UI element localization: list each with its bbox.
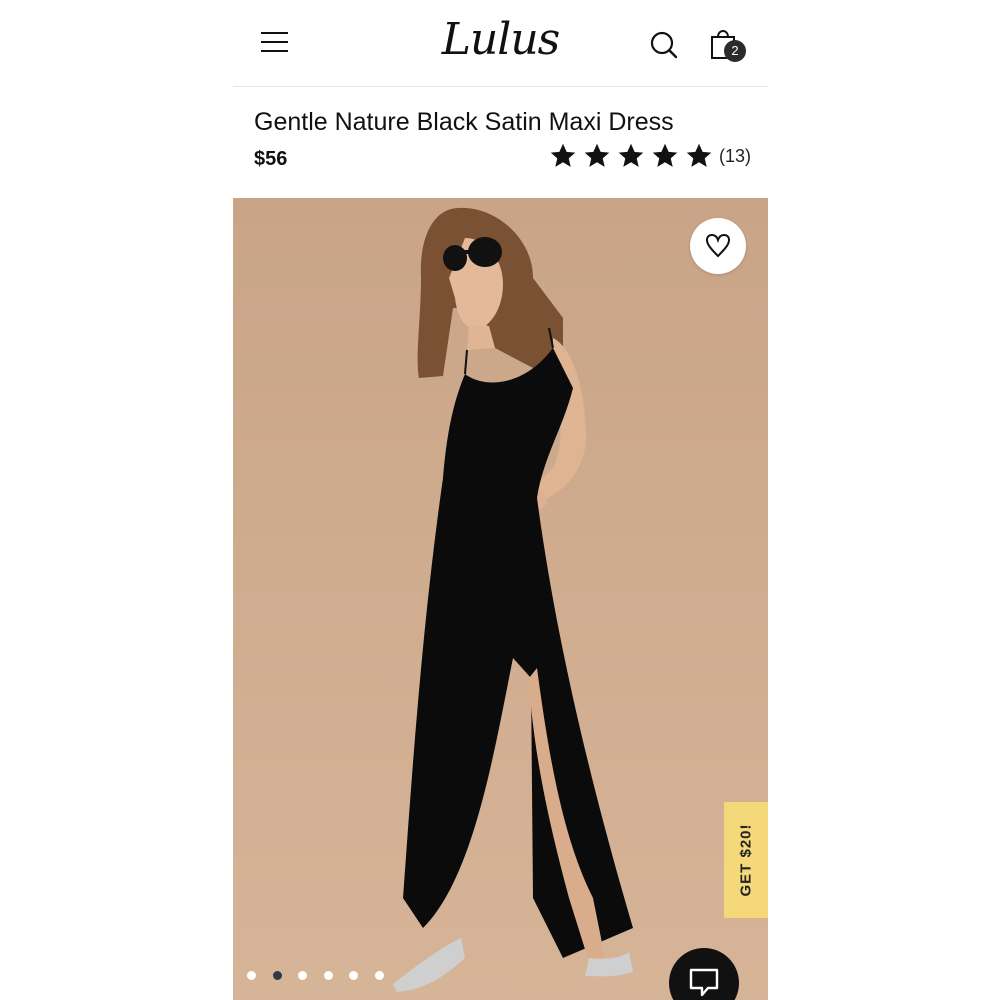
product-image[interactable]: GET $20! — [233, 198, 768, 1000]
top-navigation-bar: Lulus 2 — [233, 0, 768, 87]
gallery-dot[interactable] — [298, 971, 308, 980]
review-count[interactable]: (13) — [719, 146, 751, 167]
favorite-button[interactable] — [690, 218, 746, 274]
product-page: Lulus 2 Gentle Nature Black Satin Maxi D… — [233, 0, 768, 1000]
star-icon — [686, 143, 712, 167]
product-rating[interactable]: (13) — [549, 140, 751, 172]
gallery-dot[interactable] — [247, 971, 256, 980]
product-price: $56 — [254, 148, 288, 170]
screen: Lulus 2 Gentle Nature Black Satin Maxi D… — [0, 0, 1000, 1000]
star-icon — [652, 143, 678, 167]
gallery-dot-active[interactable] — [272, 971, 282, 980]
star-icon — [550, 143, 576, 167]
gallery-dot[interactable] — [349, 971, 359, 980]
gallery-pagination — [247, 971, 401, 980]
search-icon[interactable] — [649, 30, 679, 60]
heart-icon — [705, 233, 731, 258]
promo-tab[interactable]: GET $20! — [724, 802, 768, 918]
gallery-dot[interactable] — [374, 971, 384, 980]
brand-logo[interactable]: Lulus — [233, 14, 768, 65]
cart-count-badge: 2 — [724, 40, 746, 62]
model-photo — [393, 207, 633, 992]
star-icon — [584, 143, 610, 167]
star-icon — [618, 143, 644, 167]
product-title: Gentle Nature Black Satin Maxi Dress — [254, 108, 674, 136]
promo-label: GET $20! — [737, 823, 755, 897]
gallery-dot[interactable] — [323, 971, 333, 980]
chat-bubble-icon — [689, 968, 719, 997]
